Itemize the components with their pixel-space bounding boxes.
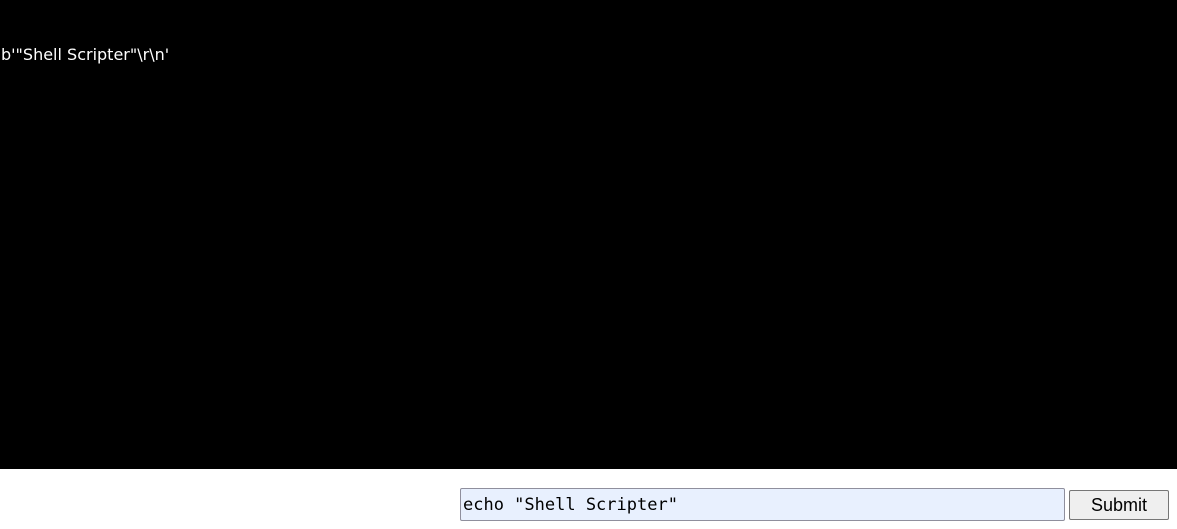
command-bar: Submit (0, 469, 1177, 529)
command-input[interactable] (460, 488, 1065, 521)
submit-button[interactable]: Submit (1069, 490, 1169, 520)
terminal-output: b'"Shell Scripter"\r\n' (0, 0, 1177, 469)
terminal-output-line: b'"Shell Scripter"\r\n' (1, 45, 170, 64)
